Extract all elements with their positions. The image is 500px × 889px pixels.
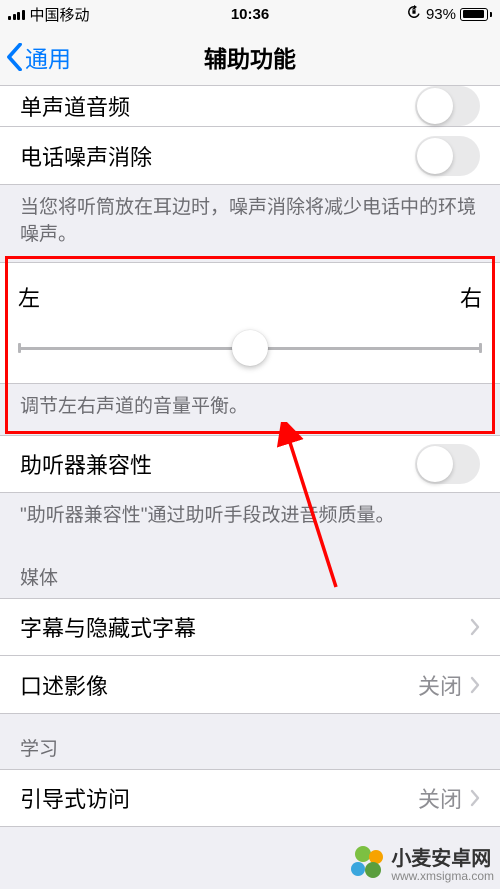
row-label: 单声道音频	[20, 90, 415, 122]
row-value: 关闭	[418, 669, 462, 701]
footer-hearing-aid: "助听器兼容性"通过助听手段改进音频质量。	[0, 493, 500, 544]
watermark-url: www.xmsigma.com	[391, 869, 494, 883]
row-value: 关闭	[418, 782, 462, 814]
rotation-lock-icon	[406, 4, 422, 24]
chevron-right-icon	[470, 618, 480, 636]
row-label: 电话噪声消除	[20, 140, 415, 172]
balance-group: 左 右	[0, 262, 500, 384]
section-header-media: 媒体	[0, 543, 500, 598]
chevron-right-icon	[470, 789, 480, 807]
row-audio-descriptions[interactable]: 口述影像 关闭	[0, 656, 500, 714]
battery-icon	[460, 8, 492, 21]
balance-slider[interactable]	[18, 335, 482, 361]
section-header-learning: 学习	[0, 714, 500, 769]
signal-icon	[8, 8, 25, 20]
row-label: 字幕与隐藏式字幕	[20, 611, 470, 643]
footer-noise-cancel: 当您将听筒放在耳边时，噪声消除将减少电话中的环境噪声。	[0, 185, 500, 262]
status-time: 10:36	[231, 6, 269, 23]
watermark-logo-icon	[351, 846, 385, 880]
back-label: 通用	[25, 40, 71, 74]
row-label: 口述影像	[20, 669, 418, 701]
page-title: 辅助功能	[204, 40, 296, 74]
balance-right-label: 右	[460, 281, 482, 313]
battery-percent: 93%	[426, 6, 456, 23]
footer-balance: 调节左右声道的音量平衡。	[0, 384, 500, 435]
row-hearing-aid-compat[interactable]: 助听器兼容性	[0, 435, 500, 493]
chevron-right-icon	[470, 676, 480, 694]
watermark-title: 小麦安卓网	[391, 848, 491, 870]
row-label: 助听器兼容性	[20, 448, 415, 480]
row-guided-access[interactable]: 引导式访问 关闭	[0, 769, 500, 827]
back-button[interactable]: 通用	[6, 40, 71, 74]
row-mono-audio[interactable]: 单声道音频	[0, 86, 500, 127]
status-bar: 中国移动 10:36 93%	[0, 0, 500, 28]
watermark: 小麦安卓网 www.xmsigma.com	[351, 842, 494, 883]
row-phone-noise-cancel[interactable]: 电话噪声消除	[0, 127, 500, 185]
nav-bar: 通用 辅助功能	[0, 28, 500, 86]
switch-toggle[interactable]	[415, 444, 480, 484]
balance-left-label: 左	[18, 281, 40, 313]
row-subtitles[interactable]: 字幕与隐藏式字幕	[0, 598, 500, 656]
switch-toggle[interactable]	[415, 136, 480, 176]
chevron-left-icon	[6, 43, 23, 71]
slider-knob[interactable]	[232, 330, 268, 366]
carrier-label: 中国移动	[30, 4, 90, 25]
switch-toggle[interactable]	[415, 86, 480, 126]
row-label: 引导式访问	[20, 782, 418, 814]
